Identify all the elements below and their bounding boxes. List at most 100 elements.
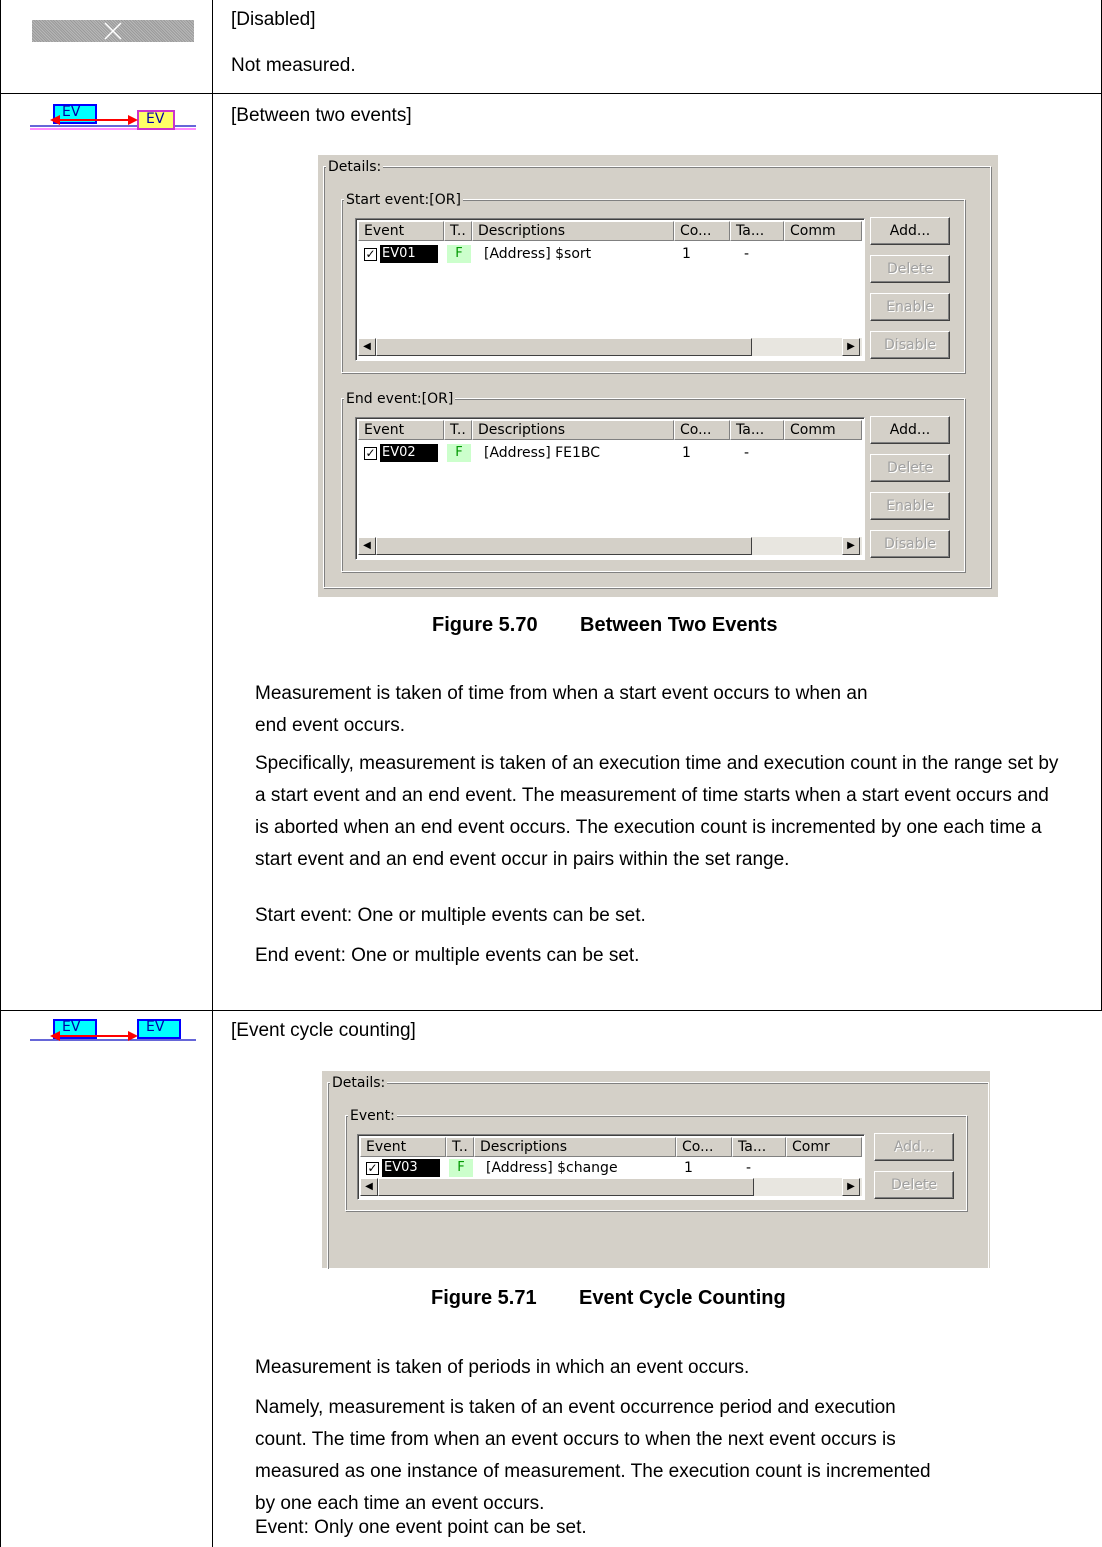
scroll-thumb[interactable] [376,338,752,356]
column-header-count[interactable]: Co... [674,420,730,440]
table-left-border [0,1010,1,1547]
icon-ev-label-end: EV [146,111,165,127]
column-header-event[interactable]: Event [360,1137,446,1157]
figure-number: Figure 5.70 [432,614,538,636]
icon-ev-label-start: EV [62,104,81,120]
scroll-thumb[interactable] [378,1178,754,1196]
figure-caption: Figure 5.70 Between Two Events [432,614,777,637]
column-header-target[interactable]: Ta... [730,221,784,241]
column-header-count[interactable]: Co... [676,1137,732,1157]
event-target: - [744,246,750,262]
event-checkbox[interactable]: ✓ [364,248,377,261]
event-type: F [447,245,471,263]
event-name: EV03 [382,1159,440,1177]
event-checkbox[interactable]: ✓ [366,1162,379,1175]
paragraph: Namely, measurement is taken of an event… [255,1397,931,1514]
column-header-descriptions[interactable]: Descriptions [472,221,674,241]
column-header-comment[interactable]: Comm [784,420,862,440]
end-add-button[interactable]: Add... [870,416,950,444]
start-event-list[interactable]: Event T.. Descriptions Co... Ta... Comm … [355,218,865,361]
icon-ev-label-first: EV [62,1019,81,1035]
scroll-left-arrow-icon[interactable]: ◀ [358,537,376,555]
horizontal-scrollbar[interactable]: ◀ ▶ [360,1178,862,1196]
column-header-comment[interactable]: Comm [784,221,862,241]
table-row-divider [0,1010,1102,1011]
start-enable-button[interactable]: Enable [870,293,950,321]
event-description: [Address] FE1BC [484,445,601,461]
table-row[interactable]: ✓ EV02 F [Address] FE1BC 1 - [358,443,862,463]
table-row[interactable]: ✓ EV03 F [Address] $change 1 - [360,1158,862,1178]
scroll-thumb[interactable] [376,537,752,555]
event-count: 1 [682,246,691,262]
column-header-descriptions[interactable]: Descriptions [474,1137,676,1157]
details-label: Details: [330,1075,388,1091]
event-name: EV02 [380,444,438,462]
scroll-left-arrow-icon[interactable]: ◀ [358,338,376,356]
table-row[interactable]: ✓ EV01 F [Address] $sort 1 - [358,244,862,264]
between-two-events-heading: [Between two events] [231,105,412,126]
figure-title: Event Cycle Counting [579,1287,786,1309]
end-disable-button[interactable]: Disable [870,530,950,558]
column-header-type[interactable]: T.. [444,221,472,241]
end-event-list[interactable]: Event T.. Descriptions Co... Ta... Comm … [355,417,865,560]
end-enable-button[interactable]: Enable [870,492,950,520]
horizontal-scrollbar[interactable]: ◀ ▶ [358,537,862,555]
paragraph: Measurement is taken of time from when a… [255,683,868,736]
details-label: Details: [326,159,384,175]
event-cycle-counting-heading: [Event cycle counting] [231,1020,416,1041]
event-group-label: Event: [348,1108,397,1124]
event-description: [Address] $change [486,1160,618,1176]
event-add-button[interactable]: Add... [874,1133,954,1161]
event-cycle-counting-icon: EV EV [30,1018,196,1050]
event-delete-button[interactable]: Delete [874,1171,954,1199]
scroll-right-arrow-icon[interactable]: ▶ [842,537,860,555]
event-count: 1 [684,1160,693,1176]
table-row-divider [0,93,1102,94]
column-header-type[interactable]: T.. [444,420,472,440]
start-delete-button[interactable]: Delete [870,255,950,283]
table-column-divider [212,0,213,1547]
column-header-target[interactable]: Ta... [732,1137,786,1157]
start-disable-button[interactable]: Disable [870,331,950,359]
start-add-button[interactable]: Add... [870,217,950,245]
details-panel-event-cycle: Details: Event: Event T.. Descriptions C… [322,1071,990,1269]
event-name: EV01 [380,245,438,263]
column-header-event[interactable]: Event [358,420,444,440]
table-left-border [0,0,1,93]
event-list[interactable]: Event T.. Descriptions Co... Ta... Comr … [357,1134,865,1200]
horizontal-scrollbar[interactable]: ◀ ▶ [358,338,862,356]
column-header-target[interactable]: Ta... [730,420,784,440]
event-target: - [746,1160,752,1176]
paragraph: Start event: One or multiple events can … [255,905,646,926]
details-panel-between-events: Details: Start event:[OR] Event T.. Desc… [318,155,998,597]
event-checkbox[interactable]: ✓ [364,447,377,460]
scroll-right-arrow-icon[interactable]: ▶ [842,338,860,356]
figure-caption: Figure 5.71 Event Cycle Counting [431,1287,786,1310]
figure-number: Figure 5.71 [431,1287,537,1309]
column-header-descriptions[interactable]: Descriptions [472,420,674,440]
figure-title: Between Two Events [580,614,778,636]
event-description: [Address] $sort [484,246,592,262]
icon-ev-label-second: EV [146,1019,165,1035]
disabled-heading: [Disabled] [231,9,316,30]
start-event-group-label: Start event:[OR] [344,192,463,208]
column-header-comment[interactable]: Comr [786,1137,862,1157]
event-target: - [744,445,750,461]
paragraph: Measurement is taken of periods in which… [255,1357,750,1378]
event-count: 1 [682,445,691,461]
event-type: F [449,1159,473,1177]
column-header-count[interactable]: Co... [674,221,730,241]
column-header-type[interactable]: T.. [446,1137,474,1157]
scroll-left-arrow-icon[interactable]: ◀ [360,1178,378,1196]
event-type: F [447,444,471,462]
paragraph: End event: One or multiple events can be… [255,945,640,966]
scroll-right-arrow-icon[interactable]: ▶ [842,1178,860,1196]
disabled-mode-icon [32,20,194,42]
disabled-description: Not measured. [231,55,356,76]
column-header-event[interactable]: Event [358,221,444,241]
end-delete-button[interactable]: Delete [870,454,950,482]
paragraph: Specifically, measurement is taken of an… [255,753,1059,870]
end-event-group-label: End event:[OR] [344,391,456,407]
paragraph: Event: Only one event point can be set. [255,1517,587,1538]
between-two-events-icon: EV EV [30,103,196,135]
